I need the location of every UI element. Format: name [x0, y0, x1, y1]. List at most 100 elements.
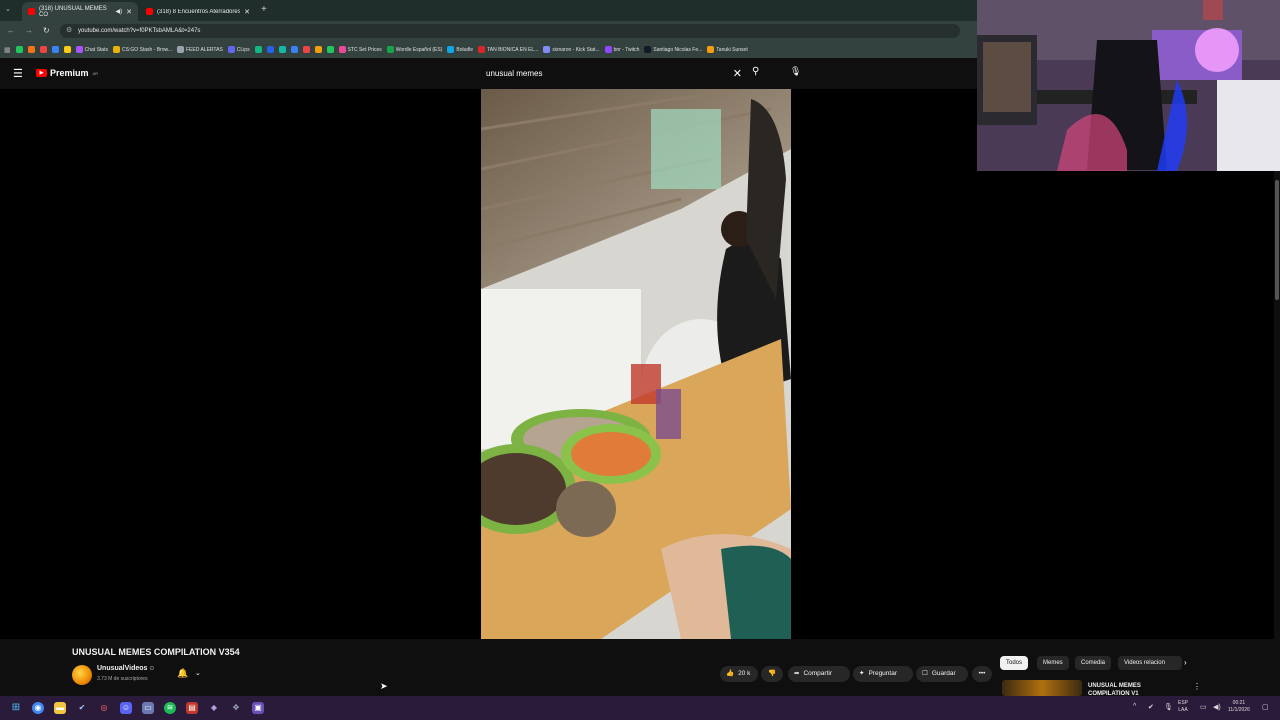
bookmark-item[interactable] — [326, 46, 334, 53]
bell-icon[interactable]: 🔔 — [177, 668, 188, 679]
url-field[interactable]: ⚙ youtube.com/watch?v=f0PKTsbAMLA&t=247s — [60, 24, 960, 38]
scrollbar-thumb[interactable] — [1275, 180, 1279, 300]
bookmark-favicon-icon — [39, 46, 47, 53]
new-tab-icon[interactable]: + — [261, 4, 267, 15]
forward-icon[interactable]: → — [25, 26, 33, 35]
youtube-favicon-icon — [28, 8, 35, 15]
sparkle-icon: ✦ — [859, 670, 865, 677]
tray-chevron-up-icon[interactable]: ^ — [1133, 703, 1136, 710]
channel-avatar[interactable] — [72, 665, 92, 685]
bookmark-item[interactable]: TAN BIONICA EN EL... — [478, 46, 538, 53]
bookmark-item[interactable] — [290, 46, 298, 53]
bookmark-favicon-icon — [15, 46, 23, 53]
verified-icon: ⊙ — [149, 666, 155, 672]
chip-videos-relacionados[interactable]: Videos relacion — [1118, 656, 1182, 670]
bookmark-item[interactable] — [314, 46, 322, 53]
bookmark-favicon-icon — [75, 46, 83, 53]
tab-list-chevron-icon[interactable]: ⌄ — [5, 5, 11, 13]
tray-app-icon[interactable]: ✔ — [1148, 703, 1154, 711]
save-label: Guardar — [931, 670, 956, 677]
bookmark-item[interactable] — [302, 46, 310, 53]
save-button[interactable]: ☐ Guardar — [916, 666, 968, 682]
tab-unusual-memes[interactable]: (318) UNUSUAL MEMES CO ◀) ✕ — [22, 2, 138, 21]
like-count: 20 k — [738, 670, 751, 677]
windows-taskbar: ⊞ ◉ ▬ ✔ ◎ ☺ ▭ ≋ ▤ ◆ ✥ ▣ ^ ✔ 🎙 ESP LAA ▭ … — [0, 696, 1280, 720]
bookmark-item[interactable]: Wordle Español (ES) — [386, 46, 442, 53]
recommended-title[interactable]: UNUSUAL MEMES COMPILATION V1 — [1088, 682, 1178, 696]
chevron-down-icon[interactable]: ⌄ — [195, 669, 201, 677]
bookmark-favicon-icon — [326, 46, 334, 53]
video-title: UNUSUAL MEMES COMPILATION V354 — [72, 647, 240, 657]
chip-todos[interactable]: Todos — [1000, 656, 1029, 670]
bookmark-item[interactable]: STC Set Prices — [338, 46, 382, 53]
channel-name[interactable]: UnusualVideos ⊙ — [97, 665, 154, 672]
clear-search-icon[interactable]: ✕ — [733, 64, 742, 84]
bookmark-item[interactable] — [51, 46, 59, 53]
streaming-app-icon[interactable]: ▤ — [186, 702, 198, 714]
more-vertical-icon[interactable]: ⋮ — [1193, 682, 1201, 691]
chrome-icon[interactable]: ◉ — [32, 702, 44, 714]
bookmark-item[interactable]: bnr - Twitch — [604, 46, 639, 53]
microphone-tray-icon[interactable]: 🎙 — [1164, 703, 1173, 711]
bookmark-item[interactable]: CLips — [227, 46, 250, 53]
site-info-icon[interactable]: ⚙ — [66, 24, 72, 38]
bookmark-item[interactable]: Santiago Nicolas Fe... — [644, 46, 702, 53]
close-tab-icon[interactable]: ✕ — [126, 8, 132, 16]
windows-start-icon[interactable]: ⊞ — [10, 702, 22, 714]
like-button[interactable]: 👍 20 k — [720, 666, 758, 682]
back-icon[interactable]: ← — [7, 26, 15, 35]
share-button[interactable]: ➦ Compartir — [788, 666, 850, 682]
volume-icon[interactable]: ◀) — [1213, 703, 1221, 711]
microphone-icon[interactable]: 🎙 — [790, 66, 801, 77]
bookmark-item[interactable] — [27, 46, 35, 53]
network-icon[interactable]: ▭ — [1200, 703, 1207, 711]
dislike-button[interactable]: 👎 — [761, 666, 783, 682]
menu-hamburger-icon[interactable]: ☰ — [13, 67, 23, 80]
steam-icon[interactable]: ✔ — [76, 702, 88, 714]
reload-icon[interactable]: ↻ — [43, 26, 50, 35]
bookmark-item[interactable]: sixnaron - Kick Stat... — [543, 46, 600, 53]
purple-app-icon[interactable]: ▣ — [252, 702, 264, 714]
bookmark-item[interactable] — [63, 46, 71, 53]
bookmark-favicon-icon — [63, 46, 71, 53]
search-icon[interactable]: ⚲ — [752, 66, 759, 77]
bookmark-item[interactable] — [254, 46, 262, 53]
ask-button[interactable]: ✦ Preguntar — [853, 666, 913, 682]
bookmark-item[interactable] — [15, 46, 23, 53]
bookmark-item[interactable] — [266, 46, 274, 53]
bookmark-item[interactable] — [278, 46, 286, 53]
app-icon[interactable]: ◎ — [98, 702, 110, 714]
language-indicator[interactable]: ESP LAA — [1178, 700, 1188, 714]
tab-encuentros[interactable]: (318) 8 Encuentros Aterradores ✕ — [140, 2, 256, 21]
monitor-app-icon[interactable]: ▭ — [142, 702, 154, 714]
bookmark-favicon-icon — [51, 46, 59, 53]
notifications-icon[interactable]: ▢ — [1262, 703, 1269, 711]
recommended-thumbnail[interactable] — [1002, 680, 1082, 696]
bookmark-item[interactable]: FEED ALERTAS — [177, 46, 223, 53]
discord-icon[interactable]: ☺ — [120, 702, 132, 714]
apps-grid-icon[interactable]: ▦ — [4, 46, 11, 54]
youtube-premium-logo[interactable]: ▶ Premium AR — [36, 68, 98, 78]
chip-comedia[interactable]: Comedia — [1075, 656, 1112, 670]
chevron-right-icon[interactable]: › — [1184, 658, 1187, 667]
clock[interactable]: 00:21 11/1/2026 — [1228, 700, 1250, 714]
file-explorer-icon[interactable]: ▬ — [54, 702, 66, 714]
bookmark-favicon-icon — [314, 46, 322, 53]
bookmark-favicon-icon — [177, 46, 184, 53]
bookmark-favicon-icon — [604, 46, 612, 53]
bookmark-item[interactable]: Boludle — [447, 46, 473, 53]
settings-app-icon[interactable]: ✥ — [230, 702, 242, 714]
bookmark-label: STC Set Prices — [347, 46, 382, 53]
bookmark-item[interactable]: Tanuki Sunset — [707, 46, 748, 53]
spotify-icon[interactable]: ≋ — [164, 702, 176, 714]
bookmark-item[interactable] — [39, 46, 47, 53]
video-frame[interactable] — [481, 89, 791, 639]
speaker-icon[interactable]: ◀) — [116, 8, 123, 15]
more-actions-button[interactable]: ••• — [972, 666, 992, 682]
bookmark-item[interactable]: Chat Stats — [75, 46, 108, 53]
close-tab-icon[interactable]: ✕ — [244, 8, 250, 16]
vscode-icon[interactable]: ◆ — [208, 702, 220, 714]
bookmark-item[interactable]: CS:GO Stash - Brow... — [112, 46, 172, 53]
search-input[interactable]: unusual memes ✕ — [476, 64, 746, 84]
chip-memes[interactable]: Memes — [1037, 656, 1069, 670]
